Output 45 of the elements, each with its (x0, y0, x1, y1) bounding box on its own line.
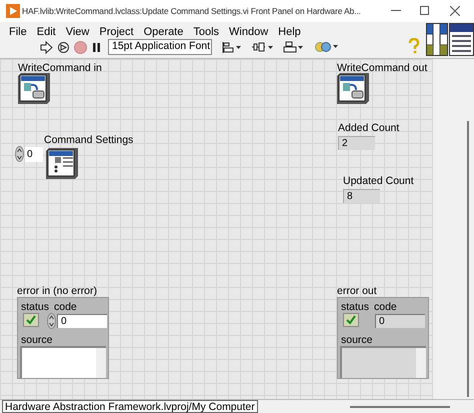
window-title: HAF.lvlib:WriteCommand.lvclass:Update Command Settings.vi Front Panel on Hardware Ab... (22, 4, 361, 18)
class-constant-icon[interactable] (336, 72, 370, 105)
control-label: code (54, 301, 77, 313)
class-constant-icon[interactable] (17, 72, 51, 105)
menu-item[interactable]: Project (94, 23, 139, 42)
control-label: source (21, 334, 53, 346)
font-dropdown[interactable]: 15pt Application Font (108, 39, 212, 55)
control-label: error out (337, 285, 377, 297)
index-value[interactable]: 0 (25, 146, 43, 162)
control-label: Updated Count (343, 175, 414, 187)
menu-item[interactable]: Tools (188, 23, 224, 42)
run-arrow-icon[interactable] (40, 40, 53, 54)
control-label: WriteCommand out (337, 62, 428, 74)
control-label: Command Settings (44, 134, 134, 146)
numeric-indicator: 2 (338, 136, 375, 150)
numeric-field[interactable]: 0 (57, 314, 107, 328)
control-label: Added Count (338, 122, 400, 134)
distribute-icon[interactable] (251, 40, 275, 54)
menu-item[interactable]: Window (224, 23, 274, 42)
control-label: source (341, 334, 373, 346)
status-indicator[interactable] (23, 313, 39, 327)
resize-icon[interactable] (283, 40, 305, 54)
menu-item[interactable]: Operate (138, 23, 188, 42)
pause-icon[interactable] (91, 40, 102, 54)
control-label: status (21, 301, 50, 313)
status-bar-path: Hardware Abstraction Framework.lvproj/My Computer (2, 400, 258, 413)
menu-item[interactable]: Edit (32, 23, 61, 42)
menu-item[interactable]: Help (273, 23, 306, 42)
control-label: code (374, 301, 397, 313)
source-field[interactable] (20, 346, 106, 378)
app-icon (6, 4, 20, 18)
close-icon[interactable] (450, 6, 460, 16)
numeric-indicator: 8 (343, 189, 380, 203)
control-label: status (341, 301, 370, 313)
control-label: error in (no error) (17, 285, 97, 297)
run-continuously-icon[interactable] (57, 40, 70, 54)
menu-item[interactable]: View (60, 23, 94, 42)
class-constant-icon[interactable] (45, 147, 79, 180)
increment-icon[interactable] (15, 146, 24, 162)
menu-item[interactable]: File (4, 23, 32, 42)
array-index-control[interactable]: 0 (15, 146, 43, 162)
numeric-indicator: 0 (375, 314, 425, 328)
reorder-icon[interactable] (315, 40, 339, 54)
control-label: WriteCommand in (18, 62, 102, 74)
align-icon[interactable] (221, 40, 243, 54)
